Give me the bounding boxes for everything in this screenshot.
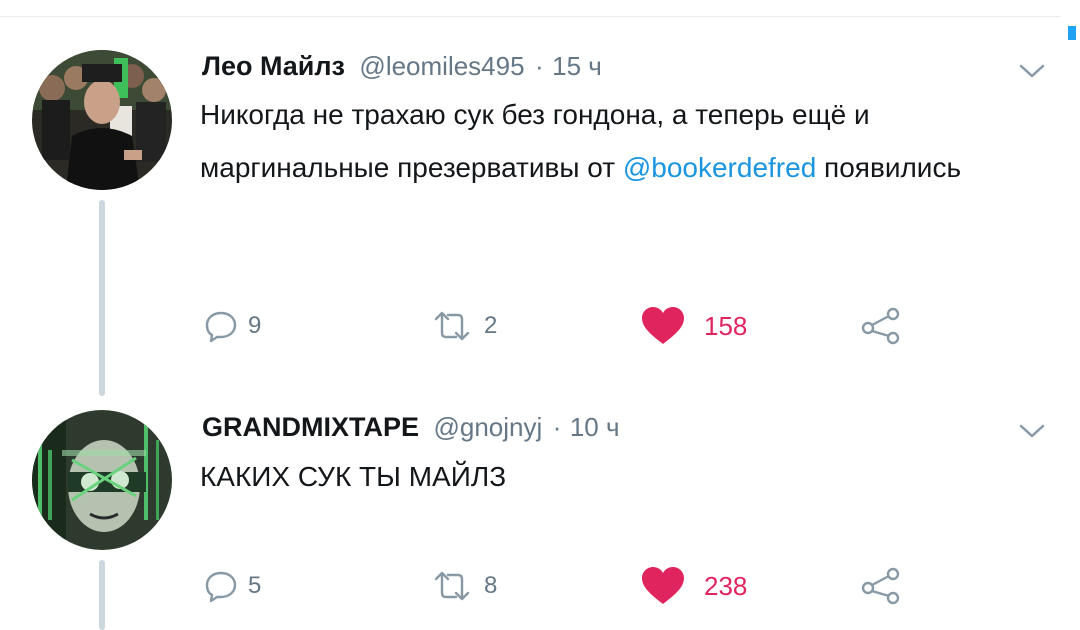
tweet-actions: 5 8 238: [0, 566, 1080, 606]
timestamp[interactable]: 10 ч: [570, 412, 620, 442]
tweet-text-part: появились: [816, 152, 962, 183]
scroll-indicator[interactable]: [1068, 26, 1076, 40]
top-divider: [0, 16, 1060, 17]
like-count: 238: [704, 570, 748, 601]
tweet-header: GRANDMIXTAPE @gnojnyj · 10 ч: [202, 414, 620, 441]
retweet-button[interactable]: 8: [430, 566, 497, 606]
share-button[interactable]: [860, 566, 902, 606]
chevron-down-icon[interactable]: [1018, 422, 1046, 440]
retweet-count: 2: [484, 312, 498, 339]
avatar[interactable]: [32, 50, 172, 190]
share-icon: [861, 307, 900, 345]
heart-icon: [642, 307, 684, 344]
mention-link[interactable]: @bookerdefred: [623, 152, 816, 183]
reply-button[interactable]: 9: [204, 306, 261, 346]
retweet-count: 8: [484, 572, 498, 599]
reply-icon: [205, 311, 237, 343]
tweet-actions: 9 2 158: [0, 306, 1080, 346]
heart-icon: [642, 567, 684, 604]
like-button[interactable]: 158: [640, 306, 747, 346]
reply-count: 5: [248, 572, 262, 599]
retweet-icon: [434, 311, 470, 341]
author-name[interactable]: Лео Майлз: [202, 51, 345, 81]
like-button[interactable]: 238: [640, 566, 747, 606]
reply-icon: [205, 571, 237, 603]
author-name[interactable]: GRANDMIXTAPE: [202, 412, 419, 442]
tweet-header: Лео Майлз @leomiles495 · 15 ч: [202, 53, 602, 80]
timestamp[interactable]: 15 ч: [552, 51, 602, 81]
like-count: 158: [704, 310, 748, 341]
thread-line: [99, 200, 105, 396]
tweet-text: Никогда не трахаю сук без гондона, а теп…: [200, 88, 1020, 194]
reply-count: 9: [248, 312, 262, 339]
avatar[interactable]: [32, 410, 172, 550]
retweet-icon: [434, 571, 470, 601]
tweet-text: КАКИХ СУК ТЫ МАЙЛЗ: [200, 461, 507, 492]
share-icon: [861, 567, 900, 605]
separator-dot: ·: [552, 412, 562, 442]
author-handle[interactable]: @leomiles495: [359, 51, 524, 81]
separator-dot: ·: [535, 51, 544, 81]
retweet-button[interactable]: 2: [430, 306, 497, 346]
reply-button[interactable]: 5: [204, 566, 261, 606]
chevron-down-icon[interactable]: [1018, 62, 1046, 80]
author-handle[interactable]: @gnojnyj: [433, 412, 542, 442]
share-button[interactable]: [860, 306, 902, 346]
